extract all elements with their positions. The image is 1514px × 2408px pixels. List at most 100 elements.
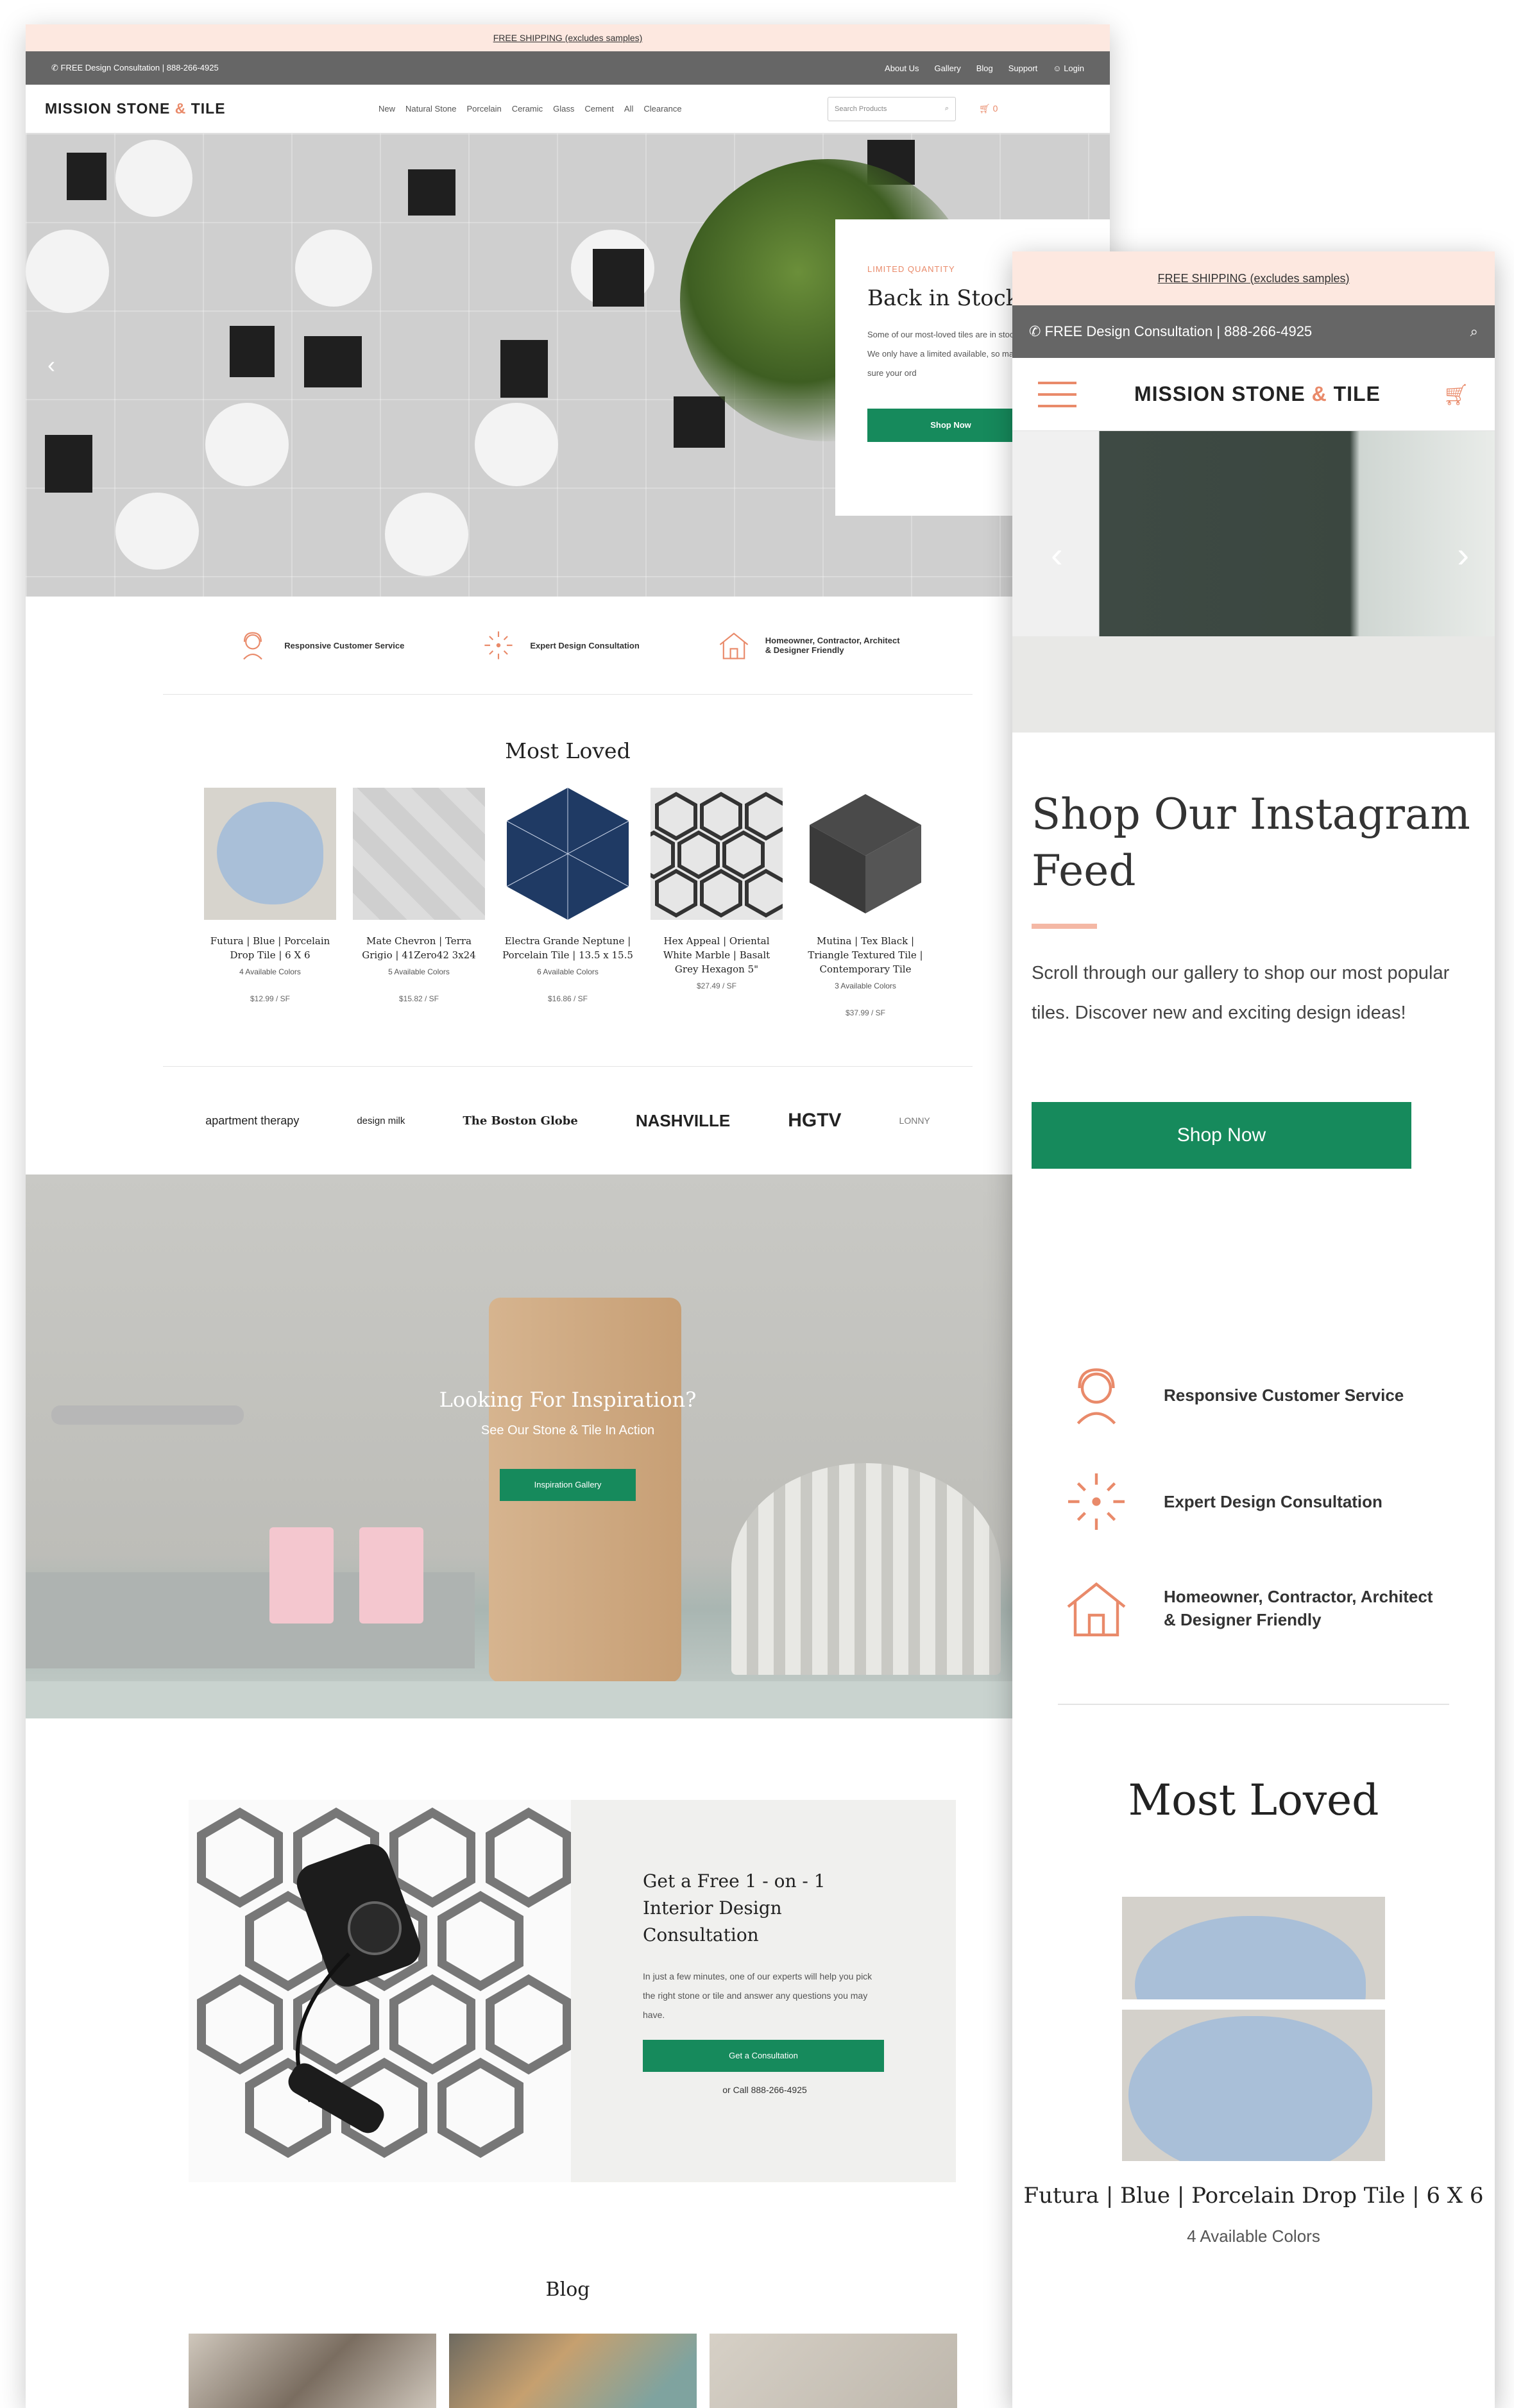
product-name[interactable]: Mutina | Tex Black | Triangle Textured T… bbox=[799, 934, 931, 976]
search-input[interactable]: Search Products ⌕ bbox=[828, 96, 956, 121]
mobile-product-name[interactable]: Futura | Blue | Porcelain Drop Tile | 6 … bbox=[1012, 2180, 1495, 2211]
nav-ceramic[interactable]: Ceramic bbox=[512, 104, 543, 114]
product-image[interactable] bbox=[353, 788, 485, 920]
nav-clearance[interactable]: Clearance bbox=[643, 104, 681, 114]
inspiration-subtitle: See Our Stone & Tile In Action bbox=[481, 1423, 655, 1437]
cart-count: 0 bbox=[992, 103, 998, 114]
utility-link-gallery[interactable]: Gallery bbox=[935, 64, 961, 73]
product-image[interactable] bbox=[1122, 2010, 1385, 2161]
product-name[interactable]: Hex Appeal | Oriental White Marble | Bas… bbox=[651, 934, 783, 976]
search-placeholder: Search Products bbox=[835, 105, 887, 113]
cart-button[interactable]: 🛒︎ 0 bbox=[979, 103, 998, 114]
carousel-next-arrow[interactable]: › bbox=[1457, 534, 1469, 575]
shipping-banner-link[interactable]: FREE SHIPPING (excludes samples) bbox=[493, 33, 643, 43]
nav-all[interactable]: All bbox=[624, 104, 633, 114]
hero-tile-square bbox=[408, 169, 455, 216]
mobile-shipping-banner[interactable]: FREE SHIPPING (excludes samples) bbox=[1012, 251, 1495, 305]
product-price: $16.86 / SF bbox=[547, 994, 588, 1003]
mobile-site-logo[interactable]: MISSION STONE & TILE bbox=[1134, 382, 1381, 406]
mobile-page-screenshot: FREE SHIPPING (excludes samples) ✆ FREE … bbox=[1012, 251, 1495, 2408]
hero-tile-shape bbox=[115, 140, 192, 217]
cart-icon[interactable]: 🛒︎ bbox=[1443, 382, 1469, 407]
nav-new[interactable]: New bbox=[378, 104, 395, 114]
press-logo-lonny: LONNY bbox=[899, 1115, 930, 1126]
main-header: MISSION STONE & TILE New Natural Stone P… bbox=[26, 85, 1110, 133]
nav-natural-stone[interactable]: Natural Stone bbox=[405, 104, 457, 114]
utility-link-login[interactable]: ☺ Login bbox=[1053, 64, 1084, 73]
blog-card-image[interactable] bbox=[710, 2334, 957, 2408]
house-icon bbox=[719, 632, 749, 659]
product-card[interactable]: Futura | Blue | Porcelain Drop Tile | 6 … bbox=[204, 788, 336, 1017]
nav-porcelain[interactable]: Porcelain bbox=[467, 104, 502, 114]
press-logo-nashville: NASHVILLE bbox=[635, 1110, 731, 1130]
blog-card-image[interactable] bbox=[189, 2334, 436, 2408]
product-image[interactable] bbox=[1122, 1897, 1385, 1999]
utility-link-support[interactable]: Support bbox=[1008, 64, 1038, 73]
product-card[interactable]: Hex Appeal | Oriental White Marble | Bas… bbox=[651, 788, 783, 1017]
product-name[interactable]: Futura | Blue | Porcelain Drop Tile | 6 … bbox=[204, 934, 336, 962]
press-logo-hgtv: HGTV bbox=[788, 1110, 842, 1131]
blog-grid bbox=[189, 2334, 957, 2408]
call-link[interactable]: or Call 888-266-4925 bbox=[643, 2085, 887, 2095]
mobile-consultation-phone[interactable]: ✆ FREE Design Consultation | 888-266-492… bbox=[1029, 323, 1312, 340]
carousel-prev-arrow[interactable]: ‹ bbox=[1051, 534, 1063, 575]
product-image[interactable] bbox=[651, 788, 783, 920]
product-image[interactable] bbox=[799, 788, 931, 920]
feature-label: Expert Design Consultation bbox=[530, 640, 640, 650]
feature-design-consultation: Expert Design Consultation bbox=[481, 628, 640, 663]
product-image[interactable] bbox=[502, 788, 634, 920]
carousel-prev-arrow[interactable]: ‹ bbox=[47, 352, 55, 378]
logo-text-1: MISSION STONE bbox=[45, 100, 171, 117]
desktop-page-screenshot: FREE SHIPPING (excludes samples) ✆ FREE … bbox=[26, 24, 1110, 2408]
hero-tile-square bbox=[500, 340, 548, 398]
hamburger-menu-icon[interactable] bbox=[1038, 380, 1076, 409]
product-card[interactable]: Mate Chevron | Terra Grigio | 41Zero42 3… bbox=[353, 788, 485, 1017]
mobile-hero-title: Shop Our Instagram Feed bbox=[1032, 790, 1470, 895]
logo-text-2: TILE bbox=[1333, 382, 1381, 405]
phone-icon: ✆ bbox=[51, 63, 61, 72]
product-price: $12.99 / SF bbox=[250, 994, 291, 1003]
title-accent-bar bbox=[1032, 924, 1097, 929]
product-colors: 5 Available Colors bbox=[388, 967, 450, 976]
logo-text-2: TILE bbox=[191, 100, 226, 117]
product-name[interactable]: Electra Grande Neptune | Porcelain Tile … bbox=[502, 934, 634, 962]
consultation-phone[interactable]: ✆ FREE Design Consultation | 888-266-492… bbox=[51, 63, 219, 73]
utility-links: About Us Gallery Blog Support ☺ Login bbox=[885, 64, 1084, 73]
search-icon[interactable]: ⌕ bbox=[945, 105, 949, 113]
product-card[interactable]: Mutina | Tex Black | Triangle Textured T… bbox=[799, 788, 931, 1017]
hero-tile-shape bbox=[385, 493, 468, 576]
utility-link-blog[interactable]: Blog bbox=[976, 64, 993, 73]
utility-bar: ✆ FREE Design Consultation | 888-266-492… bbox=[26, 51, 1110, 85]
product-name[interactable]: Mate Chevron | Terra Grigio | 41Zero42 3… bbox=[353, 934, 485, 962]
mobile-hero-content: Shop Our Instagram Feed Scroll through o… bbox=[1012, 786, 1495, 1169]
utility-link-about[interactable]: About Us bbox=[885, 64, 919, 73]
inspiration-title: Looking For Inspiration? bbox=[439, 1387, 697, 1412]
nav-glass[interactable]: Glass bbox=[553, 104, 574, 114]
mobile-shop-now-button[interactable]: Shop Now bbox=[1032, 1102, 1411, 1169]
get-consultation-button[interactable]: Get a Consultation bbox=[643, 2040, 884, 2072]
feature-label: Responsive Customer Service bbox=[1164, 1386, 1404, 1405]
hero-tile-shape bbox=[475, 403, 558, 486]
inspiration-banner: Looking For Inspiration? See Our Stone &… bbox=[26, 1174, 1110, 1718]
product-image[interactable] bbox=[204, 788, 336, 920]
feature-label: Expert Design Consultation bbox=[1164, 1492, 1382, 1511]
search-icon[interactable]: ⌕ bbox=[1470, 323, 1478, 340]
shipping-banner[interactable]: FREE SHIPPING (excludes samples) bbox=[26, 24, 1110, 51]
product-price: $37.99 / SF bbox=[845, 1008, 886, 1017]
blog-card-image[interactable] bbox=[449, 2334, 697, 2408]
nav-cement[interactable]: Cement bbox=[584, 104, 614, 114]
logo-amp: & bbox=[174, 100, 187, 117]
feature-friendly: Homeowner, Contractor, Architect & Desig… bbox=[717, 628, 900, 663]
site-logo[interactable]: MISSION STONE & TILE bbox=[45, 100, 378, 117]
product-colors: 3 Available Colors bbox=[835, 981, 896, 990]
hero-tile-square bbox=[304, 336, 362, 387]
consultation-text: Get a Free 1 - on - 1 Interior Design Co… bbox=[643, 1868, 887, 2095]
hero-body: Some of our most-loved tiles are in stoc… bbox=[867, 330, 1023, 378]
hero-tile-square bbox=[674, 396, 725, 448]
features-row: Responsive Customer Service Expert Desig… bbox=[26, 597, 1110, 694]
hero-shop-now-button[interactable]: Shop Now bbox=[867, 409, 1034, 442]
mobile-shipping-link[interactable]: FREE SHIPPING (excludes samples) bbox=[1157, 272, 1349, 285]
product-card[interactable]: Electra Grande Neptune | Porcelain Tile … bbox=[502, 788, 634, 1017]
inspiration-gallery-button[interactable]: Inspiration Gallery bbox=[500, 1469, 636, 1501]
mobile-utility-bar: ✆ FREE Design Consultation | 888-266-492… bbox=[1012, 305, 1495, 358]
